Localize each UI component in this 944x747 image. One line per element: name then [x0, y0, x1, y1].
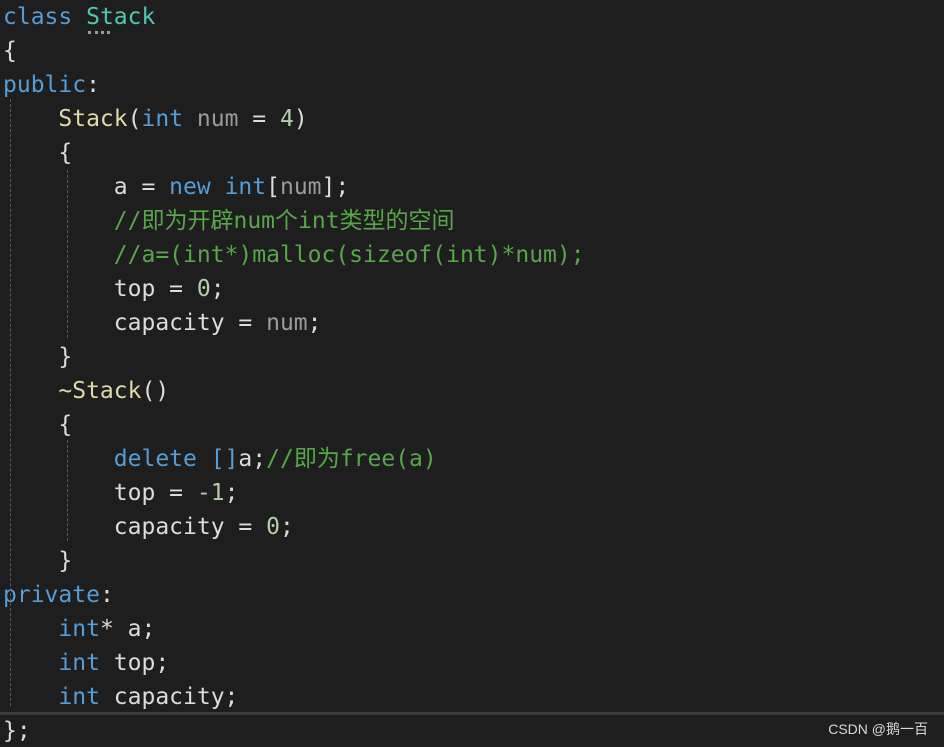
- code-editor[interactable]: class Stack{public: Stack(int num = 4) {…: [0, 0, 944, 747]
- code-token: * a;: [99, 616, 156, 642]
- code-token: ];: [321, 174, 350, 200]
- code-token: num: [279, 174, 322, 200]
- code-token: {: [3, 412, 73, 438]
- code-line[interactable]: {: [3, 136, 72, 170]
- code-token: 0: [266, 514, 280, 540]
- code-token: ): [293, 106, 308, 132]
- code-token: [: [266, 174, 280, 200]
- indent-guide-constructor: [67, 170, 68, 338]
- code-token: capacity;: [99, 684, 239, 710]
- code-token: };: [3, 718, 31, 744]
- code-token: ~Stack: [58, 378, 142, 404]
- code-line[interactable]: {: [3, 34, 17, 68]
- code-line[interactable]: top = 0;: [3, 272, 225, 306]
- code-token: :: [99, 582, 114, 608]
- code-token: a =: [3, 174, 170, 200]
- code-line[interactable]: int* a;: [3, 612, 155, 646]
- indent-guide-class: [10, 99, 11, 706]
- code-token: ;: [224, 480, 239, 506]
- code-token: int: [141, 106, 184, 132]
- code-line[interactable]: //a=(int*)malloc(sizeof(int)*num);: [3, 238, 585, 272]
- code-token: int: [58, 684, 100, 710]
- code-token: Stack: [58, 106, 128, 132]
- code-line[interactable]: ~Stack(): [3, 374, 169, 408]
- code-token: new: [169, 174, 225, 200]
- code-token: int: [58, 616, 100, 642]
- code-token: ;: [210, 276, 225, 302]
- code-token: delete: [113, 446, 211, 472]
- code-line[interactable]: capacity = num;: [3, 306, 322, 340]
- code-token: capacity =: [3, 514, 267, 540]
- code-token: //即为free(a): [266, 446, 437, 472]
- code-token: top;: [99, 650, 170, 676]
- code-line[interactable]: private:: [3, 578, 114, 612]
- code-token: a;: [238, 446, 267, 472]
- code-line[interactable]: public:: [3, 68, 100, 102]
- code-line[interactable]: //即为开辟num个int类型的空间: [3, 204, 455, 238]
- watermark: CSDN @鹅一百: [828, 721, 928, 737]
- code-token: top =: [3, 480, 197, 506]
- code-token: //即为开辟num个int类型的空间: [113, 208, 455, 234]
- code-token: {: [3, 140, 73, 166]
- code-token: []: [210, 446, 239, 472]
- code-token: num: [183, 106, 239, 132]
- code-line[interactable]: a = new int[num];: [3, 170, 349, 204]
- code-token: ;: [307, 310, 322, 336]
- code-line[interactable]: capacity = 0;: [3, 510, 294, 544]
- code-token: 0: [196, 276, 211, 302]
- code-token: }: [3, 344, 73, 370]
- indent-guide-destructor: [67, 440, 68, 541]
- code-token: public: [3, 72, 87, 98]
- squiggle-marker: [88, 27, 110, 34]
- code-token: int: [58, 650, 100, 676]
- code-token: (): [141, 378, 170, 404]
- code-line[interactable]: int top;: [3, 646, 169, 680]
- code-token: num: [266, 310, 308, 336]
- code-token: 4: [279, 106, 294, 132]
- code-token: }: [3, 548, 73, 574]
- code-token: -1: [196, 480, 225, 506]
- code-line[interactable]: {: [3, 408, 72, 442]
- code-token: :: [86, 72, 100, 98]
- code-token: int: [224, 174, 267, 200]
- code-token: ;: [279, 514, 294, 540]
- code-token: //a=(int*)malloc(sizeof(int)*num);: [113, 242, 585, 268]
- code-token: (: [127, 106, 142, 132]
- code-line[interactable]: }: [3, 340, 72, 374]
- code-line[interactable]: Stack(int num = 4): [3, 102, 308, 136]
- code-token: top =: [3, 276, 197, 302]
- code-token: class: [3, 4, 87, 30]
- code-token: =: [238, 106, 280, 132]
- code-line[interactable]: }: [3, 544, 72, 578]
- code-token: {: [3, 38, 17, 64]
- code-line[interactable]: delete []a;//即为free(a): [3, 442, 437, 476]
- code-line[interactable]: };: [3, 714, 31, 747]
- editor-divider: [0, 712, 944, 715]
- code-line[interactable]: int capacity;: [3, 680, 238, 714]
- code-token: capacity =: [3, 310, 267, 336]
- code-token: private: [3, 582, 100, 608]
- code-line[interactable]: class Stack: [3, 0, 155, 34]
- code-line[interactable]: top = -1;: [3, 476, 239, 510]
